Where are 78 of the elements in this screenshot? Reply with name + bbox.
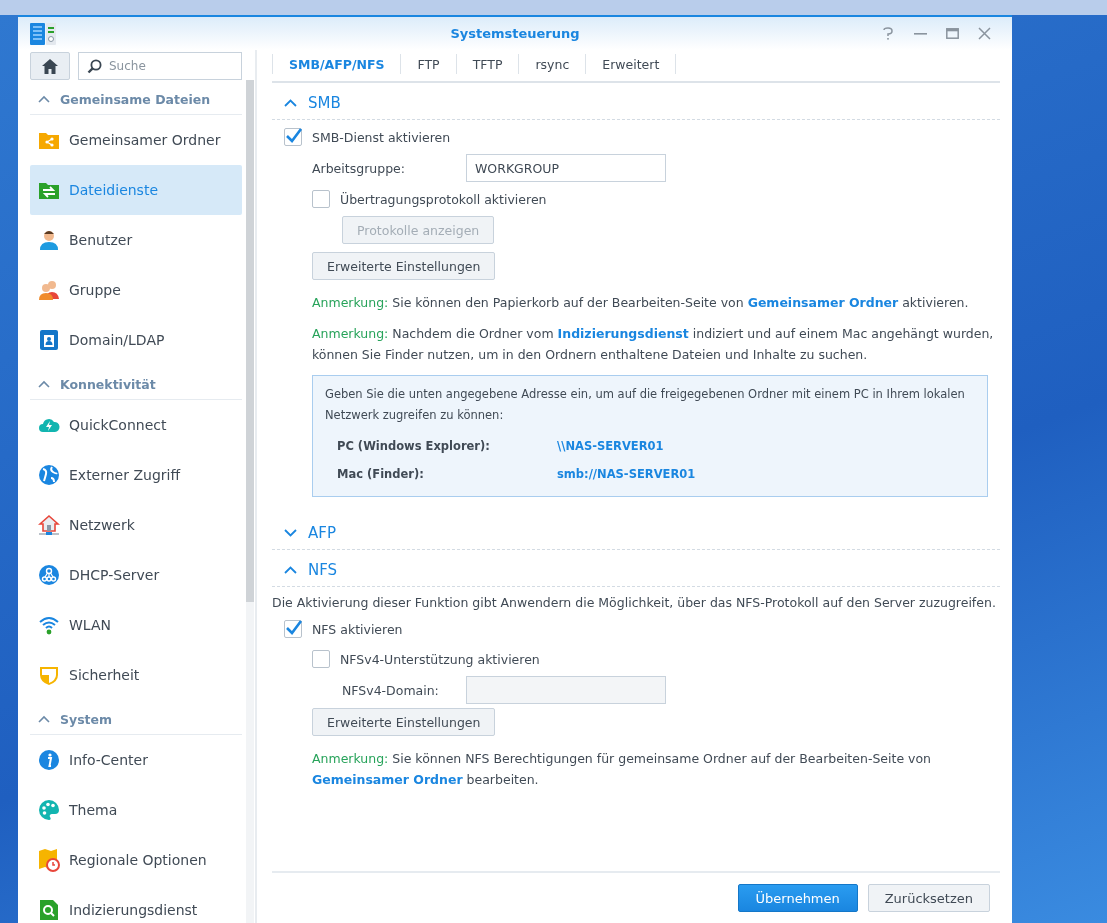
settings-button[interactable]: Erweiterte Einstellungen [312, 252, 496, 280]
tab[interactable]: rsync [519, 54, 587, 74]
sidebar-item[interactable]: Benutzer [30, 215, 242, 265]
link[interactable]: Gemeinsamer Ordner [312, 772, 463, 787]
section-header[interactable]: NFS [272, 554, 1000, 587]
group-header[interactable]: Gemeinsame Dateien [30, 84, 242, 115]
map-clock-icon [38, 848, 60, 872]
user-icon [38, 229, 60, 251]
checkbox[interactable] [312, 190, 330, 208]
users-icon [38, 279, 60, 301]
checkbox[interactable] [284, 128, 302, 146]
group-header[interactable]: Konnektivität [30, 369, 242, 400]
checkbox-label: NFSv4-Unterstützung aktivieren [340, 651, 540, 667]
tab[interactable]: TFTP [456, 54, 520, 74]
chevron-up-icon [38, 715, 50, 723]
checkbox[interactable] [284, 620, 302, 638]
address-label: PC (Windows Explorer): [337, 439, 491, 453]
search-field[interactable]: Suche [78, 52, 242, 80]
address-label: Mac (Finder): [337, 467, 425, 481]
cloud-icon [38, 416, 60, 434]
search-icon [87, 59, 102, 74]
description-text: Die Aktivierung dieser Funktion gibt Anwendern die Möglichkeit, über das NFS-Protokoll auf den Server zuzugreifen. [272, 595, 997, 610]
control-panel-icon [30, 22, 56, 45]
globe-icon [38, 464, 60, 486]
sidebar-item[interactable]: Indizierungsdienst [30, 885, 242, 923]
checkbox-label: Übertragungsprotokoll aktivieren [340, 191, 547, 207]
address-value: \\NAS-SERVER01 [557, 439, 664, 453]
window-title: Systemsteuerung [450, 26, 580, 41]
section-header[interactable]: SMB [272, 87, 1000, 120]
checkbox[interactable] [312, 650, 330, 668]
sidebar-item[interactable]: Regionale Optionen [30, 835, 242, 885]
scrollbar[interactable] [246, 80, 254, 923]
shield-icon [38, 664, 60, 686]
address-value: smb://NAS-SERVER01 [557, 467, 696, 481]
sidebar-item[interactable]: WLAN [30, 600, 242, 650]
network-icon [38, 564, 60, 586]
id-card-icon [38, 329, 60, 351]
chevron-down-icon [284, 529, 297, 537]
palette-icon [38, 799, 60, 821]
link[interactable]: Indizierungsdienst [557, 326, 689, 341]
sidebar-item[interactable]: Gemeinsamer Ordner [30, 115, 242, 165]
sidebar-item[interactable]: Gruppe [30, 265, 242, 315]
reset-button[interactable]: Zurücksetzen [867, 884, 990, 912]
group-header[interactable]: System [30, 704, 242, 735]
sidebar-item[interactable]: Netzwerk [30, 500, 242, 550]
home-icon [41, 57, 59, 75]
sidebar-item[interactable]: Thema [30, 785, 242, 835]
info-text: Geben Sie die unten angegebene Adresse ein, um auf die freigegebenen Ordner mit einem PC in Ihrem lokalen Netzwerk zugreifen zu können: [325, 386, 966, 424]
arrows-icon [38, 180, 60, 200]
chevron-up-icon [284, 566, 297, 574]
wifi-icon [38, 615, 60, 635]
tab[interactable]: FTP [401, 54, 457, 74]
chevron-up-icon [38, 380, 50, 388]
tab[interactable]: Erweitert [586, 54, 677, 74]
sidebar-item[interactable]: QuickConnect [30, 400, 242, 450]
section-header[interactable]: AFP [272, 517, 1000, 550]
note-text: Anmerkung: Nachdem die Ordner vom Indizierungsdienst indiziert und auf einem Mac angehängt wurden, können Sie Finder nutzen, um in den Ordnern enthaltene Dateien und Inhalte zu suchen. [312, 325, 995, 364]
link[interactable]: Gemeinsamer Ordner [747, 295, 899, 310]
sidebar-item[interactable]: Sicherheit [30, 650, 242, 700]
field-label: NFSv4-Domain: [342, 682, 440, 698]
input-field[interactable]: WORKGROUP [466, 154, 666, 182]
sidebar-item[interactable]: DHCP-Server [30, 550, 242, 600]
field-label: Arbeitsgruppe: [312, 160, 406, 176]
sidebar-item[interactable]: Domain/LDAP [30, 315, 242, 365]
home-button[interactable] [30, 52, 70, 80]
note-text: Anmerkung: Sie können den Papierkorb auf der Bearbeiten-Seite von Gemeinsamer Ordner aktivieren. [312, 294, 970, 312]
house-icon [38, 514, 60, 536]
sidebar-item[interactable]: Externer Zugriff [30, 450, 242, 500]
info-icon [38, 749, 60, 771]
note-text: Anmerkung: Sie können NFS Berechtigungen für gemeinsame Ordner auf der Bearbeiten-Seite von Gemeinsamer Ordner bearbeiten. [312, 750, 933, 789]
checkbox-label: NFS aktivieren [312, 621, 403, 637]
sidebar-item[interactable]: Info-Center [30, 735, 242, 785]
settings-button[interactable]: Erweiterte Einstellungen [312, 708, 496, 736]
tab[interactable]: SMB/AFP/NFS [272, 54, 402, 74]
folder-share-icon [38, 130, 60, 150]
checkbox-label: SMB-Dienst aktivieren [312, 129, 451, 145]
chevron-up-icon [38, 95, 50, 103]
chevron-up-icon [284, 99, 297, 107]
